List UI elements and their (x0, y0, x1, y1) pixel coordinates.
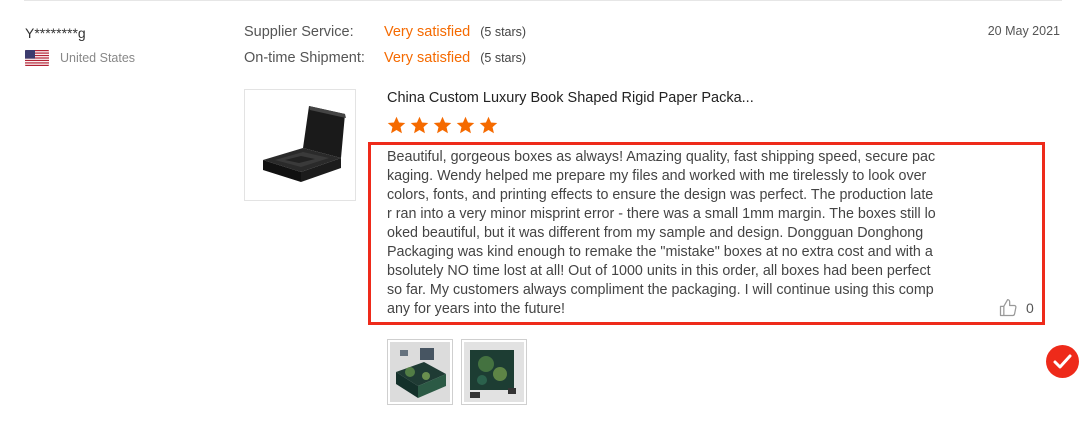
like-count: 0 (1026, 300, 1034, 316)
thumbs-up-icon (999, 299, 1017, 317)
review-photo[interactable] (461, 339, 527, 405)
like-button[interactable]: 0 (998, 298, 1034, 318)
rating-value: Very satisfied (384, 24, 471, 40)
rating-value: Very satisfied (384, 50, 471, 66)
star-icon (410, 116, 429, 134)
product-thumbnail[interactable] (244, 89, 356, 201)
rating-on-time-shipment: On-time Shipment: Very satisfied (5 star… (244, 50, 526, 66)
rating-label: On-time Shipment: (244, 50, 365, 66)
review-photo[interactable] (387, 339, 453, 405)
product-title-link[interactable]: China Custom Luxury Book Shaped Rigid Pa… (387, 90, 754, 106)
rating-stars-text: (5 stars) (480, 51, 527, 65)
us-flag-icon (25, 50, 49, 66)
star-icon (387, 116, 406, 134)
star-icon (479, 116, 498, 134)
reviewer-name: Y********g (25, 25, 86, 41)
review-date: 20 May 2021 (987, 24, 1060, 38)
reviewer-country: United States (60, 51, 136, 65)
rating-label: Supplier Service: (244, 24, 354, 40)
product-star-rating (386, 115, 499, 136)
star-icon (433, 116, 452, 134)
checkmark-badge-icon[interactable] (1046, 345, 1079, 378)
review-text: Beautiful, gorgeous boxes as always! Ama… (387, 149, 936, 317)
star-icon (456, 116, 475, 134)
top-divider (24, 0, 1062, 1)
rating-stars-text: (5 stars) (480, 25, 527, 39)
rating-supplier-service: Supplier Service: Very satisfied (5 star… (244, 24, 526, 40)
